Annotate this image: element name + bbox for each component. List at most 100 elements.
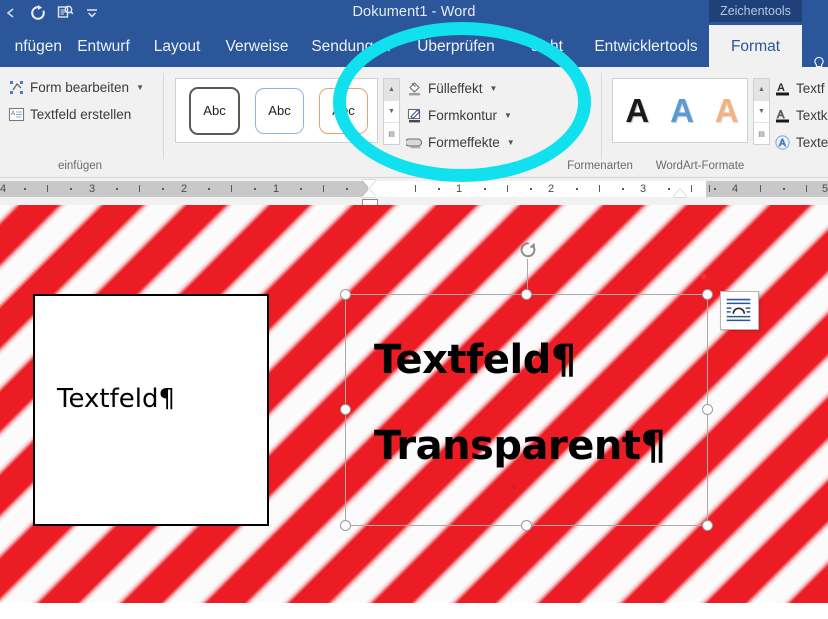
wordart-thumb[interactable]: A: [706, 88, 748, 133]
paint-bucket-icon: [409, 82, 420, 96]
gallery-expand-icon[interactable]: ▤: [754, 123, 769, 144]
text-outline-button[interactable]: A Textk: [774, 107, 828, 124]
resize-handle-top-right[interactable]: [702, 289, 713, 300]
text-effects-label: Texte: [796, 135, 828, 150]
ruler-tick: 2: [181, 183, 188, 195]
svg-text:A: A: [779, 138, 786, 149]
ruler-tick: 1: [456, 183, 463, 195]
text-outline-label: Textk: [796, 108, 828, 123]
ruler-tick: 2: [548, 183, 555, 195]
gallery-scroll-up-icon[interactable]: ▲: [754, 79, 769, 101]
textbox-transparent-line: Transparent¶: [374, 423, 666, 469]
title-bar: Dokument1 - Word Zeichentools: [0, 0, 828, 25]
text-fill-label: Textf: [796, 81, 825, 96]
shape-fill-label: Fülleffekt: [428, 81, 483, 96]
ruler-tick: 3: [89, 183, 96, 195]
shape-style-thumb[interactable]: Abc: [255, 87, 304, 134]
shape-effects-label: Formeffekte: [428, 135, 500, 150]
textbox-opaque[interactable]: Textfeld¶: [33, 294, 269, 526]
group-label-shapes-insert: einfügen: [57, 160, 103, 172]
tab-verweise[interactable]: Verweise: [213, 25, 301, 67]
shape-style-thumb[interactable]: Abc: [189, 86, 240, 135]
wordart-styles-scroller[interactable]: ▲ ▼ ▤: [753, 78, 770, 145]
tab-entwurf[interactable]: Entwurf: [66, 25, 141, 67]
text-effects-button[interactable]: A Texte: [774, 134, 828, 151]
ribbon: Form bearbeiten ▼ A Textfeld erstellen e…: [0, 67, 828, 178]
svg-text:A: A: [11, 111, 15, 117]
shape-fill-button[interactable]: Fülleffekt ▼: [406, 80, 497, 97]
resize-handle-bottom-right[interactable]: [702, 520, 713, 531]
resize-handle-top-left[interactable]: [340, 289, 351, 300]
draw-textbox-icon: A: [8, 107, 25, 122]
svg-text:A: A: [777, 82, 785, 94]
chevron-down-icon[interactable]: ▼: [504, 111, 512, 120]
chevron-down-icon[interactable]: ▼: [136, 83, 144, 92]
ruler-tick: 4: [732, 183, 739, 195]
tab-ueberpruefen[interactable]: Überprüfen: [401, 25, 511, 67]
shape-style-label: Abc: [332, 103, 355, 118]
chevron-down-icon[interactable]: ▼: [490, 84, 498, 93]
wordart-thumb-label: A: [625, 91, 650, 129]
gallery-scroll-down-icon[interactable]: ▼: [384, 101, 399, 123]
shape-style-label: Abc: [203, 103, 226, 118]
shape-styles-scroller[interactable]: ▲ ▼ ▤: [383, 78, 400, 145]
tab-einfuegen[interactable]: nfügen: [0, 25, 66, 67]
text-outline-icon: A: [776, 109, 789, 123]
draw-textbox-button[interactable]: A Textfeld erstellen: [8, 106, 131, 123]
shape-style-label: Abc: [268, 103, 291, 118]
resize-handle-top-center[interactable]: [521, 289, 532, 300]
wordart-thumb-label: A: [670, 91, 694, 129]
contextual-tab-label: Zeichentools: [709, 0, 802, 22]
ruler-tick: 4: [0, 183, 7, 195]
ruler-tick: 5: [822, 183, 828, 195]
tab-entwicklertools[interactable]: Entwicklertools: [583, 25, 709, 67]
ribbon-tab-strip: nfügen Entwurf Layout Verweise Sendungen…: [0, 25, 828, 69]
pen-outline-icon: [407, 108, 421, 123]
layout-options-button[interactable]: [720, 291, 759, 330]
ruler-tick: 3: [640, 183, 647, 195]
wordart-styles-gallery[interactable]: A A A: [612, 78, 748, 143]
chevron-down-icon[interactable]: ▼: [507, 138, 515, 147]
tab-format[interactable]: Format: [709, 25, 802, 67]
text-fill-button[interactable]: A Textf: [774, 80, 825, 97]
wordart-thumb-label: A: [714, 91, 739, 129]
edit-shape-label: Form bearbeiten: [30, 80, 130, 95]
shape-outline-label: Formkontur: [428, 108, 498, 123]
hanging-indent-marker[interactable]: [362, 189, 376, 197]
tab-ansicht[interactable]: sicht: [511, 25, 583, 67]
shape-style-thumb[interactable]: Abc: [319, 87, 368, 134]
resize-handle-bottom-center[interactable]: [521, 520, 532, 531]
edit-shape-button[interactable]: Form bearbeiten ▼: [8, 79, 144, 96]
horizontal-ruler[interactable]: 4 3 2 1 1 2 3 4 5 4 5: [0, 178, 828, 210]
shape-styles-gallery[interactable]: Abc Abc Abc: [175, 78, 378, 143]
text-effects-icon: A: [775, 135, 790, 150]
wordart-thumb[interactable]: A: [617, 88, 658, 133]
window-title: Dokument1 - Word: [352, 4, 476, 20]
gallery-scroll-up-icon[interactable]: ▲: [384, 79, 399, 101]
ruler-tick: 1: [273, 183, 280, 195]
text-fill-icon: A: [776, 82, 789, 96]
textbox-transparent[interactable]: Textfeld¶ Transparent¶: [345, 294, 708, 526]
wordart-thumb[interactable]: A: [661, 88, 703, 133]
gallery-scroll-down-icon[interactable]: ▼: [754, 101, 769, 123]
word-window: Dokument1 - Word Zeichentools nfügen Ent…: [0, 0, 828, 619]
rotate-handle-icon[interactable]: [518, 240, 538, 260]
group-label-wordart: WordArt-Formate: [655, 160, 745, 172]
resize-handle-middle-left[interactable]: [340, 404, 351, 415]
right-indent-marker[interactable]: [673, 189, 687, 197]
tab-sendungen[interactable]: Sendungen: [301, 25, 401, 67]
first-line-indent-marker[interactable]: [362, 180, 376, 188]
svg-text:A: A: [777, 109, 785, 121]
below-page-area: [0, 603, 828, 619]
shape-effects-icon: [406, 138, 422, 149]
shape-outline-button[interactable]: Formkontur ▼: [406, 107, 512, 124]
tab-layout[interactable]: Layout: [141, 25, 213, 67]
resize-handle-middle-right[interactable]: [702, 404, 713, 415]
layout-options-icon: [726, 298, 751, 322]
resize-handle-bottom-left[interactable]: [340, 520, 351, 531]
gallery-expand-icon[interactable]: ▤: [384, 123, 399, 144]
edit-shape-icon: [10, 81, 23, 94]
shape-effects-button[interactable]: Formeffekte ▼: [406, 134, 515, 151]
textbox-transparent-line: Textfeld¶: [374, 337, 576, 383]
draw-textbox-label: Textfeld erstellen: [30, 107, 132, 122]
